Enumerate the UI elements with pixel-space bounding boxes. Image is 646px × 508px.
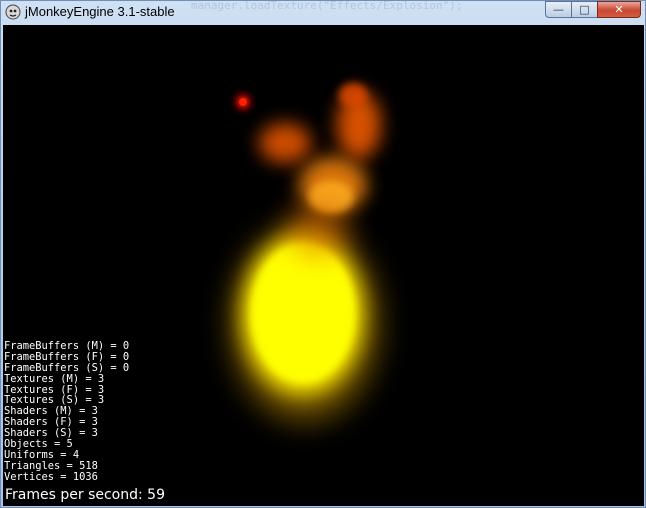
window-controls: — □ ✕ [545,1,641,19]
maximize-button[interactable]: □ [571,1,597,18]
render-stats-panel: FrameBuffers (M) = 0 FrameBuffers (F) = … [4,341,129,483]
maximize-icon: □ [579,3,590,16]
jmonkeyengine-app-icon[interactable] [5,4,21,20]
render-viewport[interactable]: FrameBuffers (M) = 0 FrameBuffers (F) = … [3,25,644,506]
flame-right-tip [339,83,367,107]
minimize-button[interactable]: — [545,1,571,18]
stat-textures-m: Textures (M) = 3 [4,372,105,385]
title-bar[interactable]: manager.loadTexture("Effects/Explosion")… [1,0,645,23]
flame-left-tongue [259,123,311,163]
flame-neck [288,204,348,256]
spark-core [239,98,247,106]
fire-core-inner [251,243,355,383]
minimize-icon: — [553,3,564,16]
window-title: jMonkeyEngine 3.1-stable [25,4,175,19]
close-button[interactable]: ✕ [597,1,641,18]
fps-counter: Frames per second: 59 [5,487,165,503]
stat-vertices: Vertices = 1036 [4,470,98,483]
close-icon: ✕ [614,3,624,16]
background-window-text: manager.loadTexture("Effects/Explosion")… [191,0,463,12]
app-window: manager.loadTexture("Effects/Explosion")… [0,0,646,508]
